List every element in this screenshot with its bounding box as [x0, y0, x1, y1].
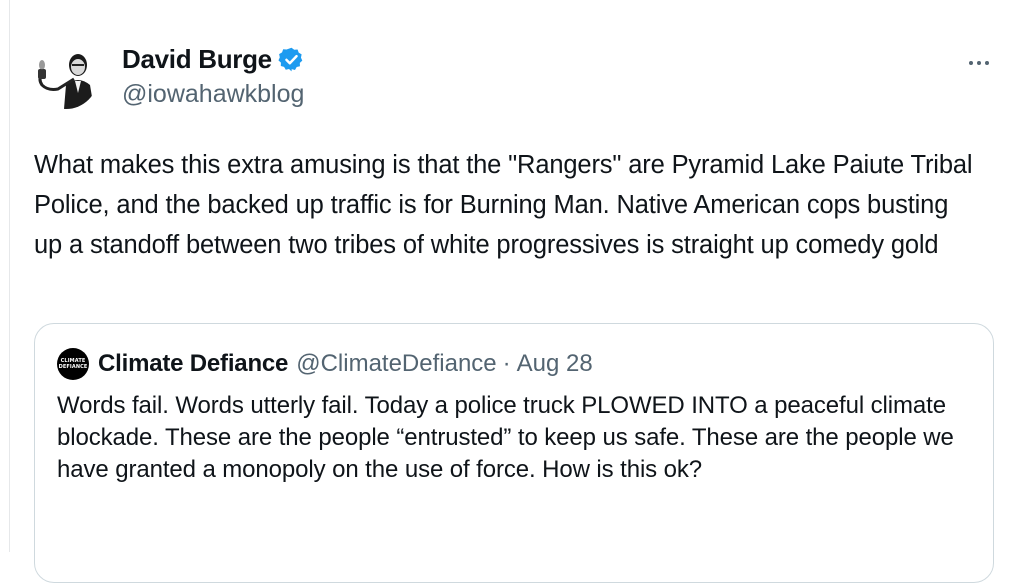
- verified-badge-icon: [278, 46, 305, 73]
- author-name[interactable]: David Burge: [122, 44, 305, 75]
- quote-author-handle[interactable]: @ClimateDefiance: [296, 349, 496, 379]
- quote-avatar-text-line2: DEFIANCE: [58, 364, 88, 370]
- author-name-text: David Burge: [122, 44, 272, 74]
- quote-date[interactable]: Aug 28: [517, 349, 593, 379]
- more-options-icon: [969, 61, 973, 65]
- tweet-text: What makes this extra amusing is that th…: [34, 151, 973, 259]
- quoted-tweet[interactable]: CLIMATE DEFIANCE Climate Defiance @Clima…: [34, 323, 994, 583]
- more-options-button[interactable]: [962, 50, 996, 76]
- quote-author-name[interactable]: Climate Defiance: [98, 349, 288, 379]
- avatar-image: [34, 45, 98, 109]
- more-options-dot: [977, 61, 981, 65]
- tweet-card: David Burge @iowahawkblog What makes thi…: [0, 0, 1018, 583]
- quote-separator: ·: [502, 350, 511, 377]
- quote-text: Words fail. Words utterly fail. Today a …: [57, 392, 954, 483]
- quote-header: Climate Defiance @ClimateDefiance · Aug …: [98, 349, 593, 379]
- avatar[interactable]: [34, 45, 98, 109]
- quote-avatar[interactable]: CLIMATE DEFIANCE: [57, 348, 89, 380]
- more-options-dot: [985, 61, 989, 65]
- timeline-divider: [9, 0, 10, 552]
- author-handle[interactable]: @iowahawkblog: [122, 80, 304, 109]
